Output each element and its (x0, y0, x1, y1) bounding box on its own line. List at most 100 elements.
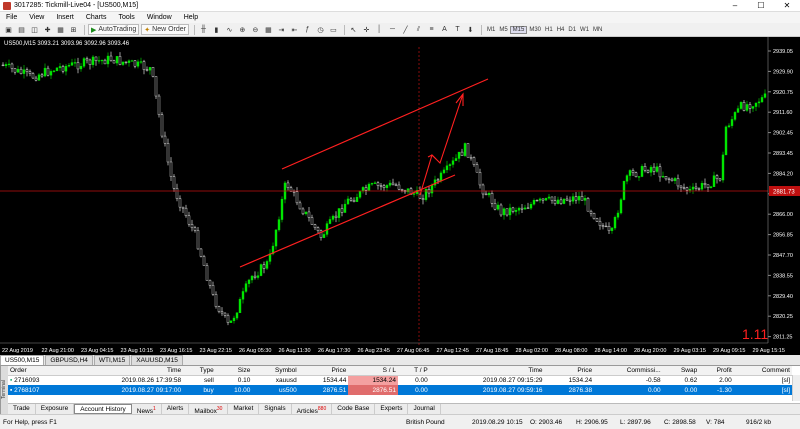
vertical-line-icon[interactable]: │ (374, 24, 385, 35)
indicators-icon[interactable]: ƒ (302, 24, 313, 35)
tab-market[interactable]: Market (228, 404, 260, 414)
col-size[interactable]: Size (215, 366, 253, 376)
cursor-icon[interactable]: ↖ (348, 24, 359, 35)
order-id: ▪ 2716093 (10, 376, 40, 384)
terminal-icon[interactable]: ▦ (55, 24, 66, 35)
chart-tab-wti[interactable]: WTI,M15 (93, 355, 131, 365)
tab-alerts[interactable]: Alerts (162, 404, 190, 414)
col-comment[interactable]: Comment (733, 366, 792, 376)
col-order[interactable]: Order (8, 366, 69, 376)
menu-file[interactable]: File (0, 14, 23, 21)
tester-icon[interactable]: ⊞ (68, 24, 79, 35)
fibonacci-icon[interactable]: ≡ (426, 24, 437, 35)
price-chart[interactable]: US500,M15 3093.21 3093.96 3092.96 3093.4… (0, 37, 800, 355)
arrow-tool-icon[interactable]: ⬇ (465, 24, 476, 35)
autotrading-button[interactable]: ▶ AutoTrading (88, 24, 140, 35)
timeframe-w1[interactable]: W1 (578, 27, 591, 33)
channel-upper-line[interactable] (281, 78, 489, 170)
zoom-out-icon[interactable]: ⊖ (250, 24, 261, 35)
menu-charts[interactable]: Charts (80, 14, 113, 21)
vertical-scrollbar[interactable] (792, 375, 800, 401)
templates-icon[interactable]: ▭ (328, 24, 339, 35)
menu-view[interactable]: View (23, 14, 50, 21)
trendline-icon[interactable]: ╱ (400, 24, 411, 35)
tab-articles[interactable]: Articles880 (292, 404, 333, 415)
timeframe-d1[interactable]: D1 (566, 27, 578, 33)
periods-icon[interactable]: ◷ (315, 24, 326, 35)
label-tool-icon[interactable]: T (452, 24, 463, 35)
chart-shift-icon[interactable]: ⇤ (289, 24, 300, 35)
col-type[interactable]: Type (183, 366, 216, 376)
candle-body (445, 165, 449, 171)
new-order-button[interactable]: ✦ New Order (141, 24, 189, 35)
text-tool-icon[interactable]: A (439, 24, 450, 35)
candle-body (358, 190, 362, 198)
table-row[interactable]: ▪ 2768107 2019.08.27 09:17:00 buy 10.00 … (8, 385, 792, 395)
price-tick-label: 2856.85 (773, 233, 793, 239)
menu-tools[interactable]: Tools (112, 14, 140, 21)
col-commission[interactable]: Commissi... (594, 366, 663, 376)
crosshair-icon[interactable]: ✛ (361, 24, 372, 35)
col-close-time[interactable]: Time (429, 366, 545, 376)
chart-tab-gbpusd[interactable]: GBPUSD,H4 (45, 355, 93, 365)
new-chart-icon[interactable]: ▣ (3, 24, 14, 35)
col-swap[interactable]: Swap (662, 366, 700, 376)
tab-code-base[interactable]: Code Base (332, 404, 376, 414)
col-symbol[interactable]: Symbol (252, 366, 299, 376)
col-close-price[interactable]: Price (544, 366, 595, 376)
timeframe-h1[interactable]: H1 (543, 27, 555, 33)
tab-signals[interactable]: Signals (259, 404, 292, 414)
channel-lower-line[interactable] (239, 174, 456, 268)
col-open-price[interactable]: Price (298, 366, 349, 376)
timeframe-m30[interactable]: M30 (527, 27, 543, 33)
col-sl[interactable]: S / L (348, 366, 398, 376)
tab-mailbox[interactable]: Mailbox30 (189, 404, 229, 415)
market-watch-icon[interactable]: ◫ (29, 24, 40, 35)
chart-canvas[interactable]: US500,M15 3093.21 3093.96 3092.96 3093.4… (0, 37, 800, 355)
candle-chart-icon[interactable]: ▮ (211, 24, 222, 35)
timeframe-m1[interactable]: M1 (485, 27, 497, 33)
tab-news[interactable]: News1 (132, 404, 162, 415)
tab-exposure[interactable]: Exposure (36, 404, 75, 414)
tile-icon[interactable]: ▦ (263, 24, 274, 35)
profiles-icon[interactable]: ▤ (16, 24, 27, 35)
timeframe-m5[interactable]: M5 (497, 27, 509, 33)
close-icon[interactable]: ✕ (774, 0, 800, 12)
timeframe-mn[interactable]: MN (591, 27, 604, 33)
tab-account-history[interactable]: Account History (74, 404, 132, 414)
channel-icon[interactable]: ⫽ (413, 24, 424, 35)
minimize-icon[interactable]: – (722, 0, 748, 12)
col-profit[interactable]: Profit (699, 366, 734, 376)
navigator-icon[interactable]: ✚ (42, 24, 53, 35)
line-chart-icon[interactable]: ∿ (224, 24, 235, 35)
candle-body (298, 202, 302, 210)
tab-trade[interactable]: Trade (8, 404, 36, 414)
col-open-time[interactable]: Time (68, 366, 184, 376)
bar-chart-icon[interactable]: ╫ (198, 24, 209, 35)
time-tick-label: 27 Aug 06:45 (397, 348, 429, 354)
table-row[interactable]: ▪ 2716093 2019.08.26 17:39:58 sell 0.10 … (8, 375, 792, 385)
timeframe-m15[interactable]: M15 (509, 25, 528, 34)
time-tick-label: 27 Aug 12:45 (437, 348, 469, 354)
tab-experts[interactable]: Experts (375, 404, 409, 414)
terminal-side-label[interactable]: Terminal (0, 366, 8, 414)
chart-tab-xauusd[interactable]: XAUUSD,M15 (131, 355, 183, 365)
horizontal-line-icon[interactable]: ─ (387, 24, 398, 35)
tab-journal[interactable]: Journal (408, 404, 441, 414)
candle-body (301, 208, 305, 215)
status-connection[interactable]: 916/2 kb (746, 419, 771, 426)
candle-body (349, 198, 353, 201)
menu-insert[interactable]: Insert (50, 14, 80, 21)
autoscroll-icon[interactable]: ⇥ (276, 24, 287, 35)
price-tick-label: 2811.25 (773, 335, 792, 341)
maximize-icon[interactable]: ☐ (748, 0, 774, 12)
menu-window[interactable]: Window (141, 14, 178, 21)
candle-body (313, 224, 317, 228)
menu-help[interactable]: Help (178, 14, 204, 21)
candle-body (241, 291, 245, 300)
chart-tab-us500[interactable]: US500,M15 (0, 355, 45, 365)
col-tp[interactable]: T / P (397, 366, 430, 376)
timeframe-h4[interactable]: H4 (555, 27, 567, 33)
zoom-in-icon[interactable]: ⊕ (237, 24, 248, 35)
candle-body (496, 204, 500, 210)
